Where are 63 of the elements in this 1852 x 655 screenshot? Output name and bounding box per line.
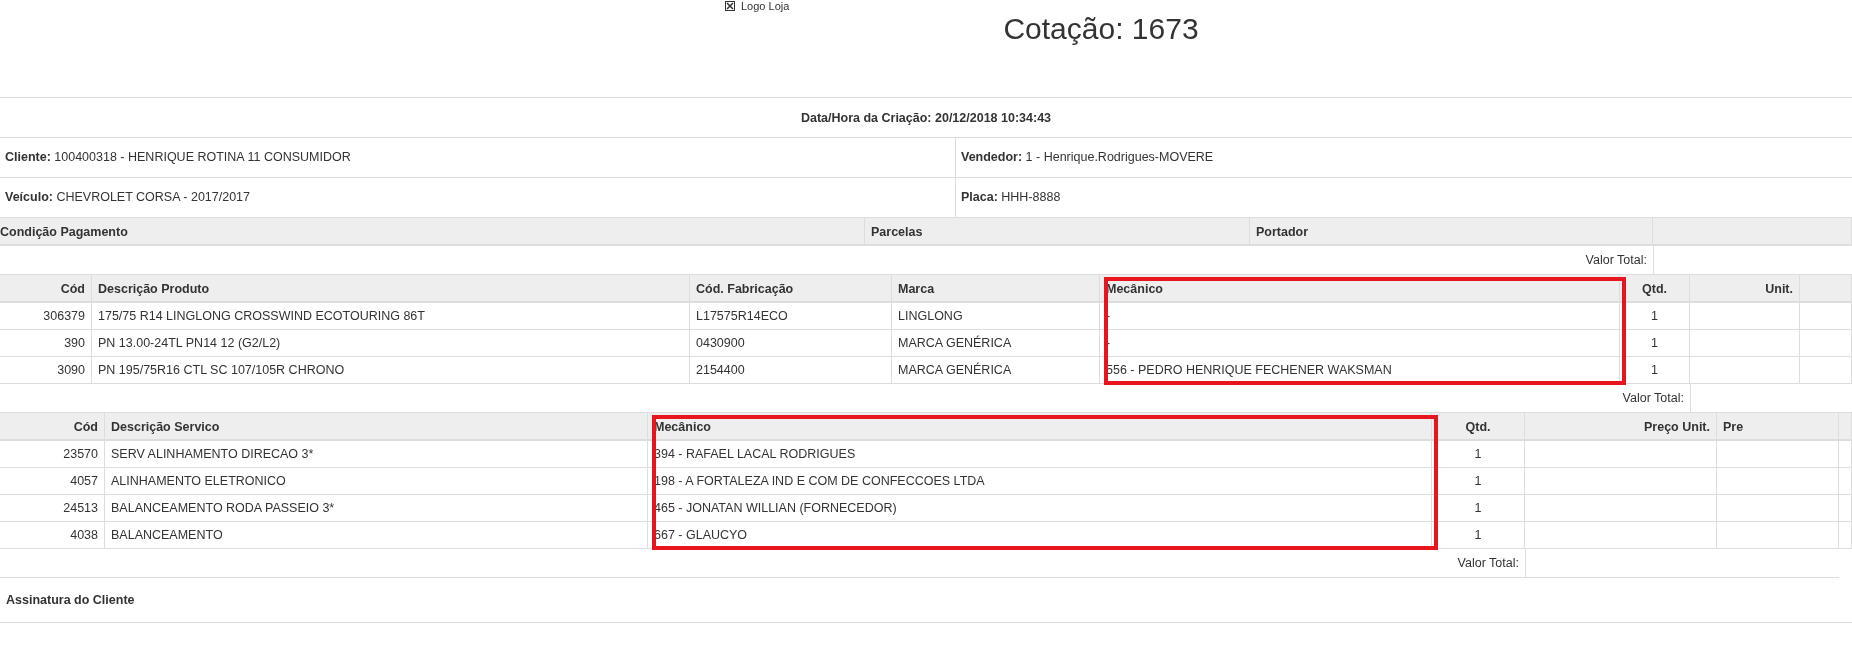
table-cell: PN 195/75R16 CTL SC 107/105R CHRONO — [92, 357, 690, 384]
table-cell: 4038 — [0, 522, 105, 549]
column-header: Portador — [1250, 218, 1653, 246]
info-field: Placa: HHH-8888 — [955, 178, 1852, 217]
table-cell: 24513 — [0, 495, 105, 522]
table-cell — [1839, 495, 1852, 522]
info-field: Cliente: 100400318 - HENRIQUE ROTINA 11 CONSUMIDOR — [0, 138, 955, 177]
table-cell: 1 — [1620, 303, 1690, 330]
creation-date: Data/Hora da Criação: 20/12/2018 10:34:43 — [0, 98, 1852, 138]
column-header: Parcelas — [865, 218, 1250, 246]
table-cell — [1839, 468, 1852, 495]
table-cell — [1839, 441, 1852, 468]
table-cell: L17575R14ECO — [690, 303, 892, 330]
info-field: Vendedor: 1 - Henrique.Rodrigues-MOVERE — [955, 138, 1852, 177]
table-cell: 390 — [0, 330, 92, 357]
table-cell: MARCA GENÉRICA — [892, 357, 1100, 384]
table-cell — [1800, 303, 1852, 330]
table-cell: 0430900 — [690, 330, 892, 357]
column-header: Cód. Fabricação — [690, 275, 892, 303]
column-header: Cód — [0, 275, 92, 303]
table-cell: 1 — [1620, 357, 1690, 384]
column-header: Unit. — [1690, 275, 1800, 303]
page-title: Cotação: 1673 — [1003, 12, 1199, 46]
table-cell: 1 — [1432, 441, 1525, 468]
column-header: Marca — [892, 275, 1100, 303]
column-header: Qtd. — [1620, 275, 1690, 303]
column-header — [1800, 275, 1852, 303]
table-cell: ALINHAMENTO ELETRONICO — [105, 468, 648, 495]
table-cell: - — [1100, 330, 1620, 357]
table-cell: 175/75 R14 LINGLONG CROSSWIND ECOTOURING 86T — [92, 303, 690, 330]
table-cell: PN 13.00-24TL PN14 12 (G2/L2) — [92, 330, 690, 357]
broken-image-icon — [725, 1, 735, 11]
column-header: Descrição Servico — [105, 413, 648, 441]
signature-label: Assinatura do Cliente — [0, 578, 1852, 623]
table-cell: 3090 — [0, 357, 92, 384]
table-cell: BALANCEAMENTO — [105, 522, 648, 549]
table-cell: MARCA GENÉRICA — [892, 330, 1100, 357]
table-cell: 1 — [1432, 468, 1525, 495]
total-label: Valor Total: — [0, 549, 1525, 578]
table-cell: BALANCEAMENTO RODA PASSEIO 3* — [105, 495, 648, 522]
table-cell: 1 — [1620, 330, 1690, 357]
table-cell: SERV ALINHAMENTO DIRECAO 3* — [105, 441, 648, 468]
table-cell: 2154400 — [690, 357, 892, 384]
table-cell — [1839, 522, 1852, 549]
column-header: Descrição Produto — [92, 275, 690, 303]
table-cell: 198 - A FORTALEZA IND E COM DE CONFECCOES LTDA — [648, 468, 1432, 495]
table-cell: 4057 — [0, 468, 105, 495]
table-cell: LINGLONG — [892, 303, 1100, 330]
info-field: Veículo: CHEVROLET CORSA - 2017/2017 — [0, 178, 955, 217]
table-cell: - — [1100, 303, 1620, 330]
column-header: Preço Unit. — [1525, 413, 1717, 441]
table-cell: 23570 — [0, 441, 105, 468]
table-cell: 1 — [1432, 495, 1525, 522]
table-cell: 306379 — [0, 303, 92, 330]
table-cell: 1 — [1432, 522, 1525, 549]
table-cell — [1800, 357, 1852, 384]
column-header: Cód — [0, 413, 105, 441]
column-header: Condição Pagamento — [0, 218, 865, 246]
table-cell — [1800, 330, 1852, 357]
column-header: Qtd. — [1432, 413, 1525, 441]
image-alt-text: Logo Loja — [741, 0, 790, 12]
column-header — [1839, 413, 1852, 441]
column-header: Pre — [1717, 413, 1839, 441]
